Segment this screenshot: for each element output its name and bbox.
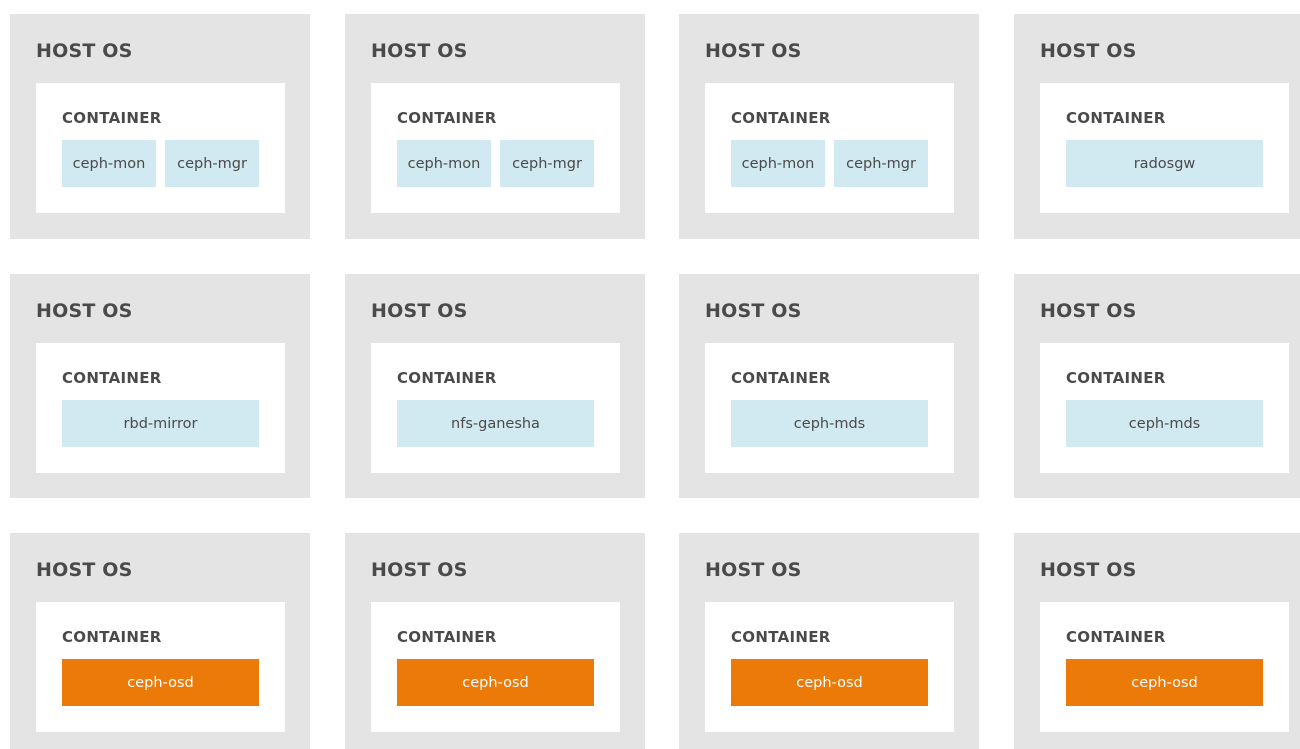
host-os-box: HOST OS CONTAINER radosgw [1014,14,1300,239]
host-grid: HOST OS CONTAINER ceph-mon ceph-mgr HOST OS C… [0,0,1300,749]
host-os-label: HOST OS [371,300,468,322]
container-box: CONTAINER radosgw [1040,83,1289,213]
container-label: CONTAINER [397,369,497,387]
container-box: CONTAINER ceph-mon ceph-mgr [371,83,620,213]
service-row: ceph-mds [731,400,928,447]
service-ceph-mon: ceph-mon [731,140,825,187]
container-label: CONTAINER [397,109,497,127]
service-ceph-osd: ceph-osd [62,659,259,706]
service-row: ceph-mon ceph-mgr [62,140,259,187]
service-row: ceph-osd [1066,659,1263,706]
service-row: ceph-osd [62,659,259,706]
service-row: ceph-mon ceph-mgr [397,140,594,187]
service-ceph-mds: ceph-mds [1066,400,1263,447]
host-os-label: HOST OS [705,300,802,322]
host-os-label: HOST OS [36,300,133,322]
host-os-label: HOST OS [1040,559,1137,581]
container-label: CONTAINER [1066,109,1166,127]
service-row: rbd-mirror [62,400,259,447]
container-label: CONTAINER [62,369,162,387]
service-row: nfs-ganesha [397,400,594,447]
service-row: ceph-mon ceph-mgr [731,140,928,187]
host-os-label: HOST OS [705,40,802,62]
service-ceph-mgr: ceph-mgr [834,140,928,187]
container-label: CONTAINER [62,109,162,127]
host-os-box: HOST OS CONTAINER ceph-mon ceph-mgr [10,14,310,239]
container-label: CONTAINER [397,628,497,646]
service-ceph-osd: ceph-osd [397,659,594,706]
container-box: CONTAINER rbd-mirror [36,343,285,473]
container-box: CONTAINER ceph-osd [705,602,954,732]
service-rbd-mirror: rbd-mirror [62,400,259,447]
container-label: CONTAINER [731,109,831,127]
service-ceph-osd: ceph-osd [731,659,928,706]
container-label: CONTAINER [731,369,831,387]
host-os-box: HOST OS CONTAINER ceph-mon ceph-mgr [345,14,645,239]
container-box: CONTAINER ceph-osd [36,602,285,732]
service-ceph-osd: ceph-osd [1066,659,1263,706]
host-os-label: HOST OS [705,559,802,581]
service-row: radosgw [1066,140,1263,187]
service-nfs-ganesha: nfs-ganesha [397,400,594,447]
container-label: CONTAINER [1066,628,1166,646]
host-os-box: HOST OS CONTAINER ceph-osd [345,533,645,749]
container-label: CONTAINER [731,628,831,646]
container-box: CONTAINER ceph-osd [1040,602,1289,732]
host-os-label: HOST OS [36,559,133,581]
host-os-box: HOST OS CONTAINER ceph-mds [1014,274,1300,498]
host-os-label: HOST OS [1040,40,1137,62]
host-os-box: HOST OS CONTAINER ceph-osd [1014,533,1300,749]
host-os-box: HOST OS CONTAINER rbd-mirror [10,274,310,498]
service-row: ceph-osd [731,659,928,706]
host-os-label: HOST OS [1040,300,1137,322]
container-box: CONTAINER ceph-osd [371,602,620,732]
service-ceph-mgr: ceph-mgr [500,140,594,187]
service-ceph-mds: ceph-mds [731,400,928,447]
host-os-box: HOST OS CONTAINER ceph-osd [679,533,979,749]
container-box: CONTAINER ceph-mds [1040,343,1289,473]
host-os-box: HOST OS CONTAINER ceph-mon ceph-mgr [679,14,979,239]
service-ceph-mon: ceph-mon [397,140,491,187]
container-box: CONTAINER nfs-ganesha [371,343,620,473]
host-os-label: HOST OS [371,40,468,62]
container-box: CONTAINER ceph-mon ceph-mgr [705,83,954,213]
container-box: CONTAINER ceph-mds [705,343,954,473]
service-row: ceph-osd [397,659,594,706]
host-os-box: HOST OS CONTAINER ceph-osd [10,533,310,749]
service-radosgw: radosgw [1066,140,1263,187]
host-os-box: HOST OS CONTAINER ceph-mds [679,274,979,498]
container-label: CONTAINER [1066,369,1166,387]
service-ceph-mon: ceph-mon [62,140,156,187]
container-box: CONTAINER ceph-mon ceph-mgr [36,83,285,213]
container-label: CONTAINER [62,628,162,646]
host-os-box: HOST OS CONTAINER nfs-ganesha [345,274,645,498]
service-row: ceph-mds [1066,400,1263,447]
host-os-label: HOST OS [371,559,468,581]
host-os-label: HOST OS [36,40,133,62]
service-ceph-mgr: ceph-mgr [165,140,259,187]
